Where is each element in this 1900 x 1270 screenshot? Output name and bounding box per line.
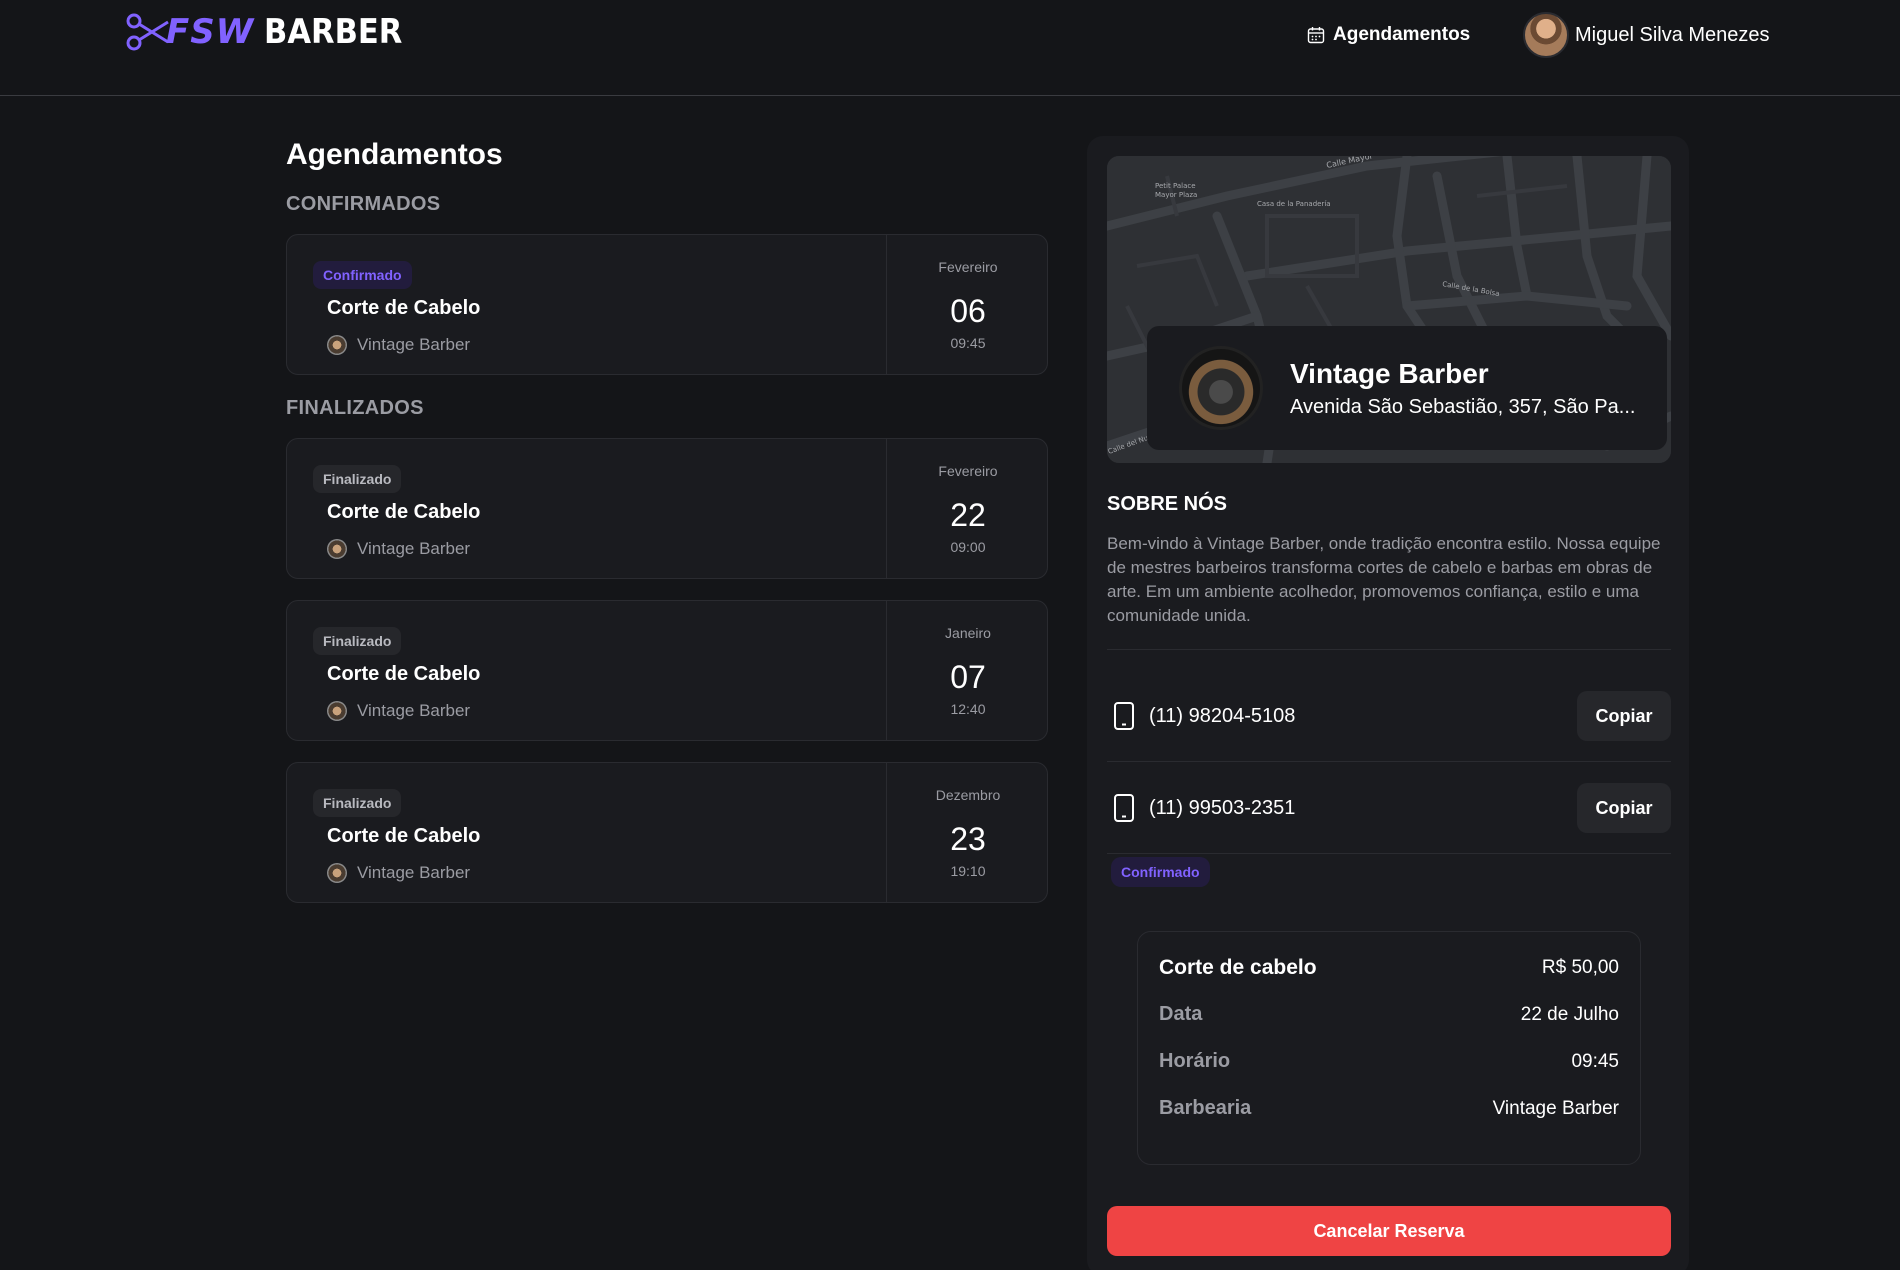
- shop-name: Vintage Barber: [357, 863, 471, 882]
- phone-row: (11) 98204-5108 Copiar: [1107, 691, 1671, 741]
- cancel-booking-button[interactable]: Cancelar Reserva: [1107, 1206, 1671, 1256]
- user-menu[interactable]: Miguel Silva Menezes: [1523, 12, 1770, 58]
- summary-date-row: Data 22 de Julho: [1159, 1003, 1619, 1026]
- booking-card[interactable]: Finalizado Corte de Cabelo Vintage Barbe…: [286, 438, 1048, 579]
- summary-shop-value: Vintage Barber: [1492, 1097, 1619, 1119]
- page-title: Agendamentos: [286, 138, 503, 171]
- booking-info: Finalizado Corte de Cabelo Vintage Barbe…: [287, 439, 887, 578]
- about-text: Bem-vindo à Vintage Barber, onde tradiçã…: [1107, 534, 1661, 625]
- finished-section-label: FINALIZADOS: [286, 397, 424, 419]
- summary-shop-label: Barbearia: [1159, 1097, 1252, 1119]
- service-name: Corte de Cabelo: [327, 501, 481, 523]
- shop-avatar: [327, 701, 347, 721]
- booking-month: Dezembro: [935, 787, 1001, 803]
- summary-time-row: Horário 09:45: [1159, 1050, 1619, 1073]
- shop-avatar: [327, 335, 347, 355]
- summary-shop-row: Barbearia Vintage Barber: [1159, 1097, 1619, 1120]
- summary-service: Corte de cabelo: [1159, 956, 1317, 979]
- shop-row: Vintage Barber: [327, 539, 470, 559]
- booking-time: 09:00: [950, 539, 986, 555]
- summary-service-row: Corte de cabelo R$ 50,00: [1159, 956, 1619, 980]
- booking-time: 19:10: [950, 863, 986, 879]
- status-badge: Finalizado: [313, 789, 402, 817]
- phone-number: (11) 98204-5108: [1149, 704, 1296, 727]
- copy-phone-button[interactable]: Copiar: [1577, 783, 1671, 833]
- summary-price: R$ 50,00: [1541, 957, 1619, 978]
- scissors-icon: [126, 13, 169, 51]
- header: FSW BARBER Agendamentos Miguel Silva Men…: [0, 0, 1900, 96]
- booking-day: 06: [950, 293, 986, 329]
- booking-card[interactable]: Confirmado Corte de Cabelo Vintage Barbe…: [286, 234, 1048, 375]
- booking-card[interactable]: Finalizado Corte de Cabelo Vintage Barbe…: [286, 600, 1048, 741]
- shop-image: [1179, 346, 1263, 430]
- map[interactable]: Petit Palace Mayor Plaza Calle Mayor Cas…: [1107, 156, 1671, 463]
- divider: [1107, 649, 1671, 650]
- booking-time: 12:40: [950, 701, 986, 717]
- map-label-petit-palace: Petit Palace: [1155, 182, 1196, 190]
- divider: [1107, 761, 1671, 762]
- summary-date-value: 22 de Julho: [1520, 1003, 1619, 1025]
- user-name: Miguel Silva Menezes: [1575, 23, 1770, 46]
- status-badge: Finalizado: [313, 627, 402, 655]
- copy-phone-button[interactable]: Copiar: [1577, 691, 1671, 741]
- booking-summary-card: Corte de cabelo R$ 50,00 Data 22 de Julh…: [1137, 931, 1641, 1165]
- about-title: SOBRE NÓS: [1107, 493, 1228, 515]
- phone-row: (11) 99503-2351 Copiar: [1107, 783, 1671, 833]
- shop-row: Vintage Barber: [327, 335, 470, 355]
- logo-fsw-text: FSW: [166, 12, 255, 52]
- shop-name: Vintage Barber: [357, 335, 471, 354]
- calendar-icon: [1307, 27, 1325, 44]
- booking-date: Fevereiro 22 09:00: [887, 439, 1047, 578]
- service-name: Corte de Cabelo: [327, 663, 481, 685]
- logo-barber-text: BARBER: [264, 12, 403, 52]
- shop-title: Vintage Barber: [1290, 358, 1489, 389]
- booking-time: 09:45: [950, 335, 986, 351]
- map-label-casa-panaderia: Casa de la Panadería: [1257, 200, 1331, 208]
- service-name: Corte de Cabelo: [327, 297, 481, 319]
- map-label-mayor-plaza: Mayor Plaza: [1155, 191, 1197, 199]
- smartphone-icon: [1114, 702, 1134, 730]
- booking-month: Fevereiro: [938, 463, 998, 479]
- status-badge: Confirmado: [1111, 857, 1210, 887]
- nav-appointments-label: Agendamentos: [1333, 24, 1471, 45]
- booking-date: Dezembro 23 19:10: [887, 763, 1047, 902]
- status-badge: Finalizado: [313, 465, 402, 493]
- shop-avatar: [327, 863, 347, 883]
- shop-name: Vintage Barber: [357, 701, 471, 720]
- shop-info-card: Vintage Barber Avenida São Sebastião, 35…: [1147, 326, 1667, 450]
- booking-info: Finalizado Corte de Cabelo Vintage Barbe…: [287, 601, 887, 740]
- summary-date-label: Data: [1159, 1003, 1203, 1025]
- booking-month: Janeiro: [945, 625, 991, 641]
- booking-details-panel: Petit Palace Mayor Plaza Calle Mayor Cas…: [1087, 136, 1689, 1270]
- service-name: Corte de Cabelo: [327, 825, 481, 847]
- shop-row: Vintage Barber: [327, 863, 470, 883]
- phone-number: (11) 99503-2351: [1149, 796, 1296, 819]
- shop-avatar: [327, 539, 347, 559]
- confirmed-section-label: CONFIRMADOS: [286, 193, 441, 215]
- smartphone-icon: [1114, 794, 1134, 822]
- summary-time-value: 09:45: [1571, 1050, 1619, 1072]
- booking-month: Fevereiro: [938, 259, 998, 275]
- shop-name: Vintage Barber: [357, 539, 471, 558]
- shop-row: Vintage Barber: [327, 701, 470, 721]
- nav-appointments-link[interactable]: Agendamentos: [1307, 24, 1470, 46]
- booking-date: Fevereiro 06 09:45: [887, 235, 1047, 374]
- booking-card[interactable]: Finalizado Corte de Cabelo Vintage Barbe…: [286, 762, 1048, 903]
- divider: [1107, 853, 1671, 854]
- shop-address: Avenida São Sebastião, 357, São Pa...: [1290, 396, 1636, 418]
- booking-day: 22: [950, 497, 986, 533]
- booking-info: Confirmado Corte de Cabelo Vintage Barbe…: [287, 235, 887, 374]
- booking-day: 07: [950, 659, 986, 695]
- logo[interactable]: FSW BARBER: [126, 10, 418, 54]
- user-avatar: [1523, 12, 1569, 58]
- booking-day: 23: [950, 821, 986, 857]
- booking-info: Finalizado Corte de Cabelo Vintage Barbe…: [287, 763, 887, 902]
- booking-date: Janeiro 07 12:40: [887, 601, 1047, 740]
- summary-time-label: Horário: [1159, 1050, 1231, 1072]
- status-badge: Confirmado: [313, 261, 412, 289]
